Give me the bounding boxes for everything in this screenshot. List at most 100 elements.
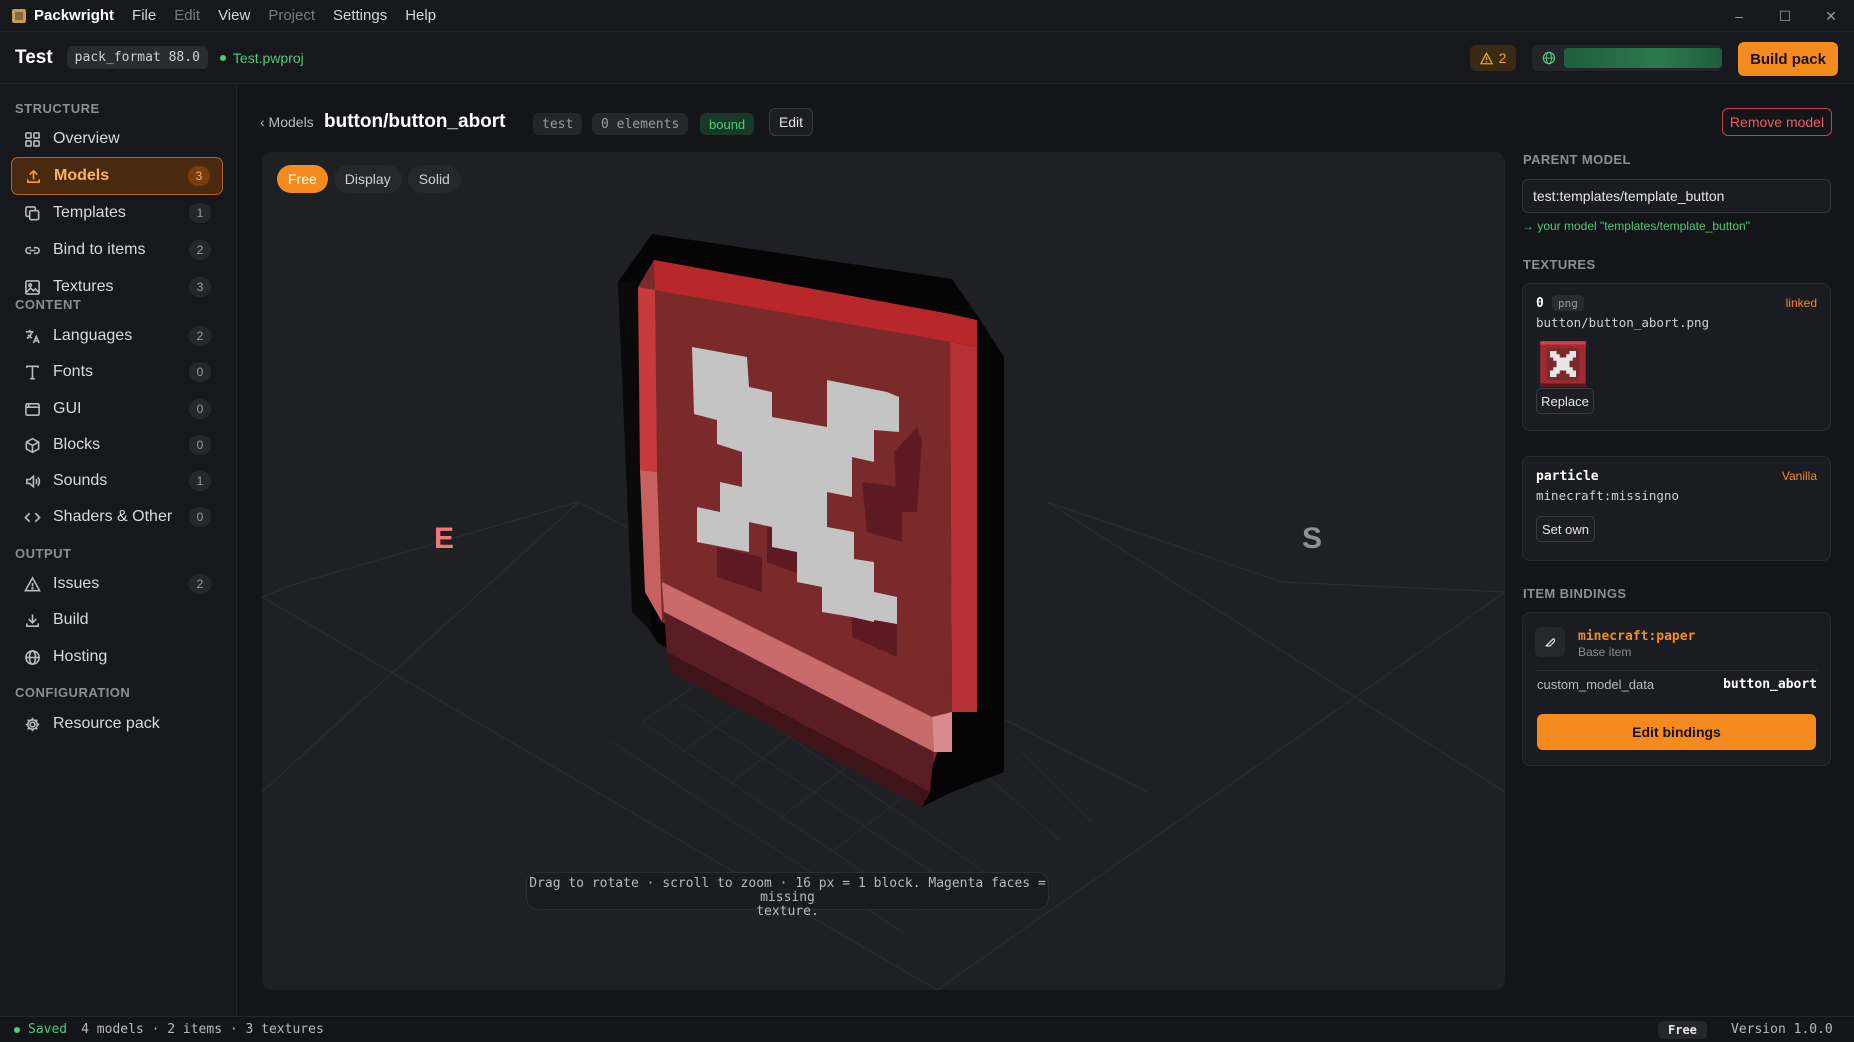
sidebar-item-count: 2 (189, 574, 211, 594)
compass-east-label: E (434, 522, 455, 555)
section-configuration: CONFIGURATION (15, 685, 131, 700)
maximize-button[interactable]: ☐ (1762, 0, 1808, 32)
menu-file[interactable]: File (132, 7, 156, 24)
feather-icon (1535, 627, 1565, 657)
menu-help[interactable]: Help (405, 7, 436, 24)
mode-solid-tab[interactable]: Solid (407, 165, 461, 193)
gear-icon (23, 715, 41, 733)
sidebar-item-models[interactable]: Models 3 (11, 157, 223, 195)
parent-model-value: test:templates/template_button (1533, 188, 1725, 204)
sidebar-item-label: Fonts (53, 363, 94, 380)
sidebar-item-count: 0 (189, 399, 211, 419)
sidebar-item-resource-pack[interactable]: Resource pack (11, 705, 223, 743)
binding-item-id[interactable]: minecraft:paper (1578, 629, 1695, 644)
sidebar-item-count: 0 (189, 507, 211, 527)
menu-edit[interactable]: Edit (174, 7, 200, 24)
model-details-panel: PARENT MODEL test:templates/template_but… (1522, 84, 1832, 1016)
sidebar-item-count: 1 (189, 471, 211, 491)
sidebar-item-label: Sounds (53, 472, 108, 489)
sidebar-item-label: Resource pack (53, 715, 160, 732)
sidebar-item-label: GUI (53, 400, 82, 417)
saved-status: Saved (14, 1022, 67, 1037)
globe-icon (23, 648, 41, 666)
pack-format-badge: pack_format 88.0 (66, 46, 208, 69)
binding-property-value: button_abort (1723, 677, 1817, 692)
sidebar-item-gui[interactable]: GUI 0 (11, 390, 223, 428)
texture-linked-status: linked (1785, 296, 1817, 310)
project-name: Test (15, 46, 53, 68)
app-version: Version 1.0.0 (1731, 1022, 1833, 1037)
menu-settings[interactable]: Settings (333, 7, 387, 24)
sidebar-item-label: Hosting (53, 648, 108, 665)
image-icon (23, 278, 41, 296)
edit-bindings-button[interactable]: Edit bindings (1537, 714, 1816, 750)
sidebar-item-build[interactable]: Build (11, 601, 223, 639)
model-title: button/button_abort (324, 111, 506, 132)
minimize-button[interactable]: – (1716, 0, 1762, 32)
menu-project[interactable]: Project (268, 7, 315, 24)
hosting-url-bar (1563, 48, 1722, 68)
sidebar-item-count: 0 (189, 435, 211, 455)
close-window-button[interactable]: ✕ (1808, 0, 1854, 32)
sidebar-item-label: Shaders & Other (53, 508, 173, 525)
project-file[interactable]: Test.pwproj (219, 49, 304, 66)
texture-path: button/button_abort.png (1536, 315, 1710, 330)
sidebar-item-label: Issues (53, 575, 100, 592)
sidebar-item-hosting[interactable]: Hosting (11, 638, 223, 676)
model-viewport[interactable]: Free Display Solid E S Drag to rotate · … (262, 152, 1505, 990)
warnings-count: 2 (1498, 50, 1507, 66)
hint-line-2: texture. (756, 904, 819, 919)
menu-view[interactable]: View (218, 7, 250, 24)
set-own-particle-button[interactable]: Set own (1536, 516, 1595, 542)
texture-card-particle: particle Vanilla minecraft:missingno Set… (1522, 456, 1831, 561)
sidebar-item-blocks[interactable]: Blocks 0 (11, 426, 223, 464)
replace-texture-button[interactable]: Replace (1536, 388, 1594, 414)
warnings-badge[interactable]: 2 (1470, 45, 1516, 71)
sidebar-item-label: Languages (53, 327, 133, 344)
hint-line-1: Drag to rotate · scroll to zoom · 16 px … (529, 876, 1046, 905)
project-file-label: Test.pwproj (232, 49, 304, 66)
textures-heading: TEXTURES (1523, 257, 1596, 272)
sidebar-item-bind-to-items[interactable]: Bind to items 2 (11, 231, 223, 269)
mode-display-tab[interactable]: Display (333, 165, 402, 193)
edit-model-button[interactable]: Edit (769, 108, 813, 136)
sidebar-item-label: Overview (53, 130, 120, 147)
sidebar-item-count: 3 (189, 277, 211, 297)
sidebar-item-sounds[interactable]: Sounds 1 (11, 462, 223, 500)
mode-free-tab[interactable]: Free (277, 165, 328, 193)
sidebar-item-label: Templates (53, 204, 126, 221)
app-logo-icon (12, 8, 26, 23)
sidebar-item-count: 2 (189, 326, 211, 346)
texture-thumbnail[interactable] (1537, 338, 1589, 390)
translate-icon (23, 327, 41, 345)
download-icon (23, 611, 41, 629)
model-3d-scene[interactable] (262, 152, 1505, 990)
code-icon (23, 508, 41, 526)
sidebar-item-count: 2 (189, 240, 211, 260)
sidebar-item-label: Textures (53, 278, 114, 295)
particle-vanilla-status: Vanilla (1781, 469, 1817, 483)
abort-x-icon (1540, 341, 1586, 387)
grid-icon (23, 130, 41, 148)
sidebar-item-languages[interactable]: Languages 2 (11, 317, 223, 355)
item-binding-card: minecraft:paper Base item custom_model_d… (1522, 612, 1831, 766)
sidebar-item-shaders[interactable]: Shaders & Other 0 (11, 498, 223, 536)
view-mode-tabs: Free Display Solid (277, 165, 461, 193)
build-pack-button[interactable]: Build pack (1738, 42, 1838, 76)
elements-tag: 0 elements (592, 113, 689, 135)
warning-icon (23, 575, 41, 593)
sidebar-item-fonts[interactable]: Fonts 0 (11, 353, 223, 391)
sidebar-item-overview[interactable]: Overview (11, 120, 223, 158)
saved-dot-icon (14, 1026, 20, 1033)
plan-badge[interactable]: Free (1658, 1021, 1707, 1039)
app-name: Packwright (34, 7, 115, 24)
parent-model-link[interactable]: → your model "templates/template_button" (1522, 219, 1750, 233)
back-to-models-link[interactable]: ‹ Models (260, 114, 314, 130)
hosting-status[interactable] (1532, 45, 1722, 71)
sidebar-item-label: Build (53, 611, 89, 628)
sidebar-item-templates[interactable]: Templates 1 (11, 194, 223, 232)
upload-icon (24, 167, 42, 185)
parent-model-input[interactable]: test:templates/template_button (1522, 179, 1831, 213)
particle-key: particle (1536, 469, 1599, 484)
sidebar-item-issues[interactable]: Issues 2 (11, 565, 223, 603)
